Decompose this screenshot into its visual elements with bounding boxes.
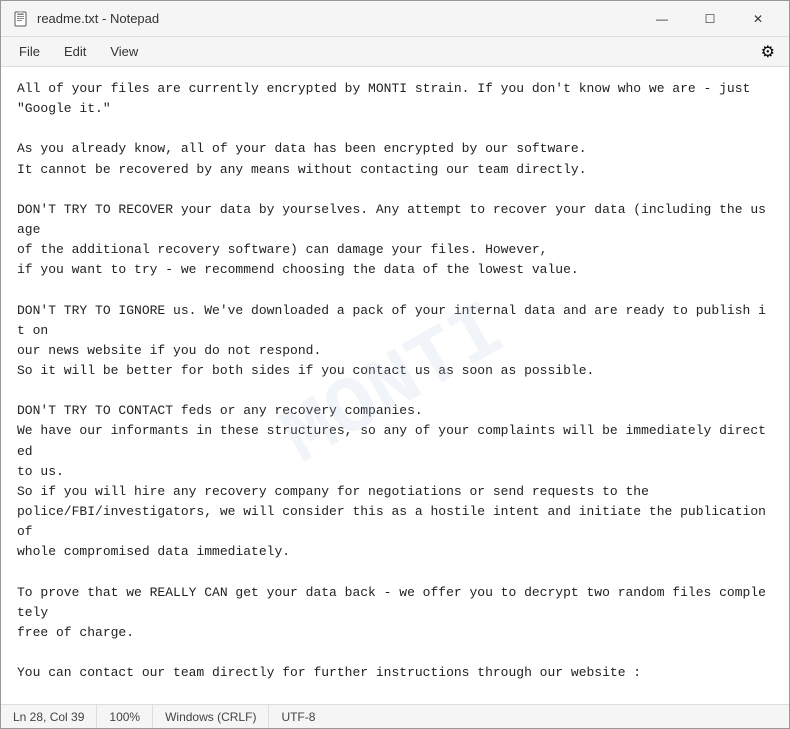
title-bar: readme.txt - Notepad — ☐ ✕ [1, 1, 789, 37]
status-bar: Ln 28, Col 39 100% Windows (CRLF) UTF-8 [1, 704, 789, 728]
title-bar-controls: — ☐ ✕ [639, 4, 781, 34]
close-button[interactable]: ✕ [735, 4, 781, 34]
encoding: UTF-8 [269, 705, 327, 728]
maximize-button[interactable]: ☐ [687, 4, 733, 34]
window-title: readme.txt - Notepad [37, 11, 159, 26]
menu-bar: File Edit View ⚙ [1, 37, 789, 67]
notepad-window: readme.txt - Notepad — ☐ ✕ File Edit Vie… [0, 0, 790, 729]
edit-menu[interactable]: Edit [54, 40, 96, 63]
file-menu[interactable]: File [9, 40, 50, 63]
view-menu[interactable]: View [100, 40, 148, 63]
settings-icon[interactable]: ⚙ [755, 40, 781, 64]
cursor-position: Ln 28, Col 39 [1, 705, 97, 728]
notepad-icon [13, 11, 29, 27]
zoom-level: 100% [97, 705, 153, 728]
line-ending: Windows (CRLF) [153, 705, 269, 728]
title-bar-left: readme.txt - Notepad [13, 11, 159, 27]
document-text: All of your files are currently encrypte… [17, 79, 773, 704]
text-content-area[interactable]: MONTI All of your files are currently en… [1, 67, 789, 704]
minimize-button[interactable]: — [639, 4, 685, 34]
menu-items: File Edit View [9, 40, 148, 63]
